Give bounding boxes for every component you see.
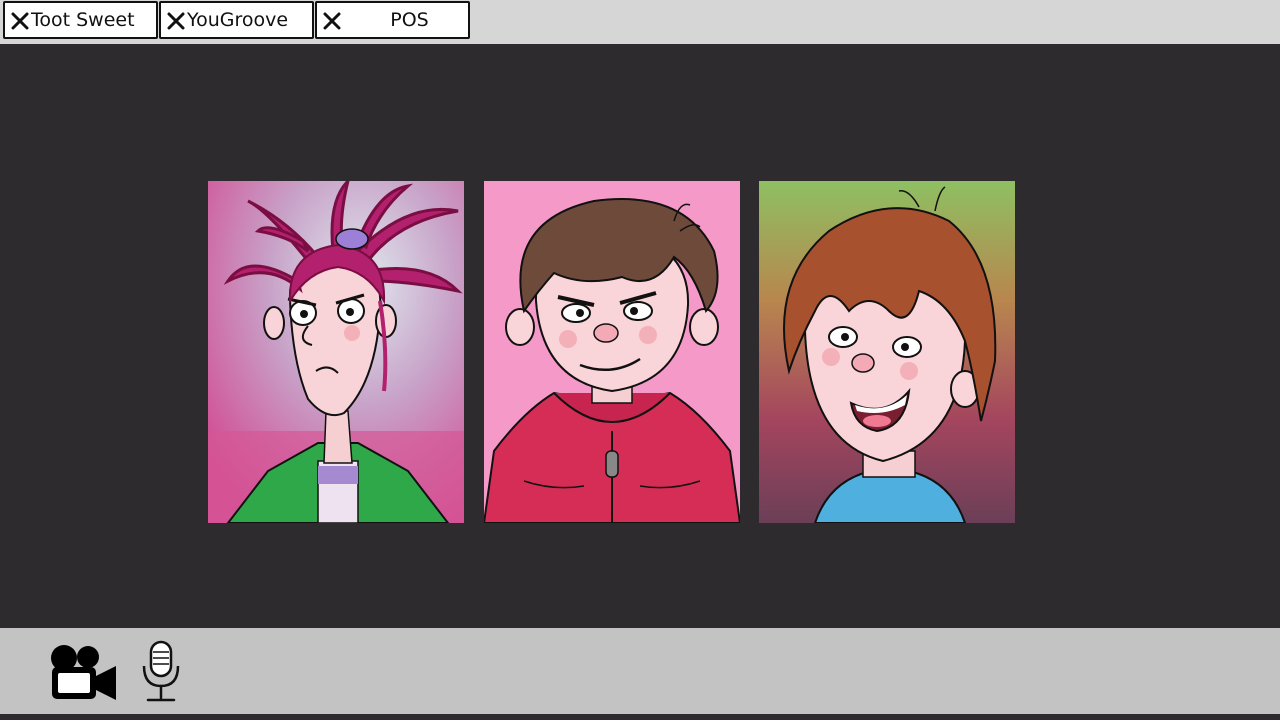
- tab-yougroove[interactable]: YouGroove: [159, 1, 314, 39]
- microphone-icon[interactable]: [140, 640, 182, 704]
- tab-pos[interactable]: POS: [315, 1, 470, 39]
- bottom-strip: [0, 714, 1280, 720]
- participant-video-1: [208, 181, 464, 523]
- video-camera-icon[interactable]: [48, 642, 118, 702]
- close-icon[interactable]: [11, 12, 29, 30]
- tab-bar: Toot Sweet YouGroove POS: [0, 0, 1280, 44]
- participant-video-3: [759, 181, 1015, 523]
- participant-tile-3[interactable]: [759, 181, 1015, 523]
- participant-video-2: [484, 181, 740, 523]
- control-bar: [0, 628, 1280, 714]
- close-icon[interactable]: [323, 12, 341, 30]
- tab-label: POS: [390, 9, 429, 31]
- tab-label: YouGroove: [187, 9, 289, 31]
- tab-label: Toot Sweet: [31, 9, 135, 31]
- participant-tile-1[interactable]: [208, 181, 464, 523]
- close-icon[interactable]: [167, 12, 185, 30]
- participant-tile-2[interactable]: [484, 181, 740, 523]
- tab-toot-sweet[interactable]: Toot Sweet: [3, 1, 158, 39]
